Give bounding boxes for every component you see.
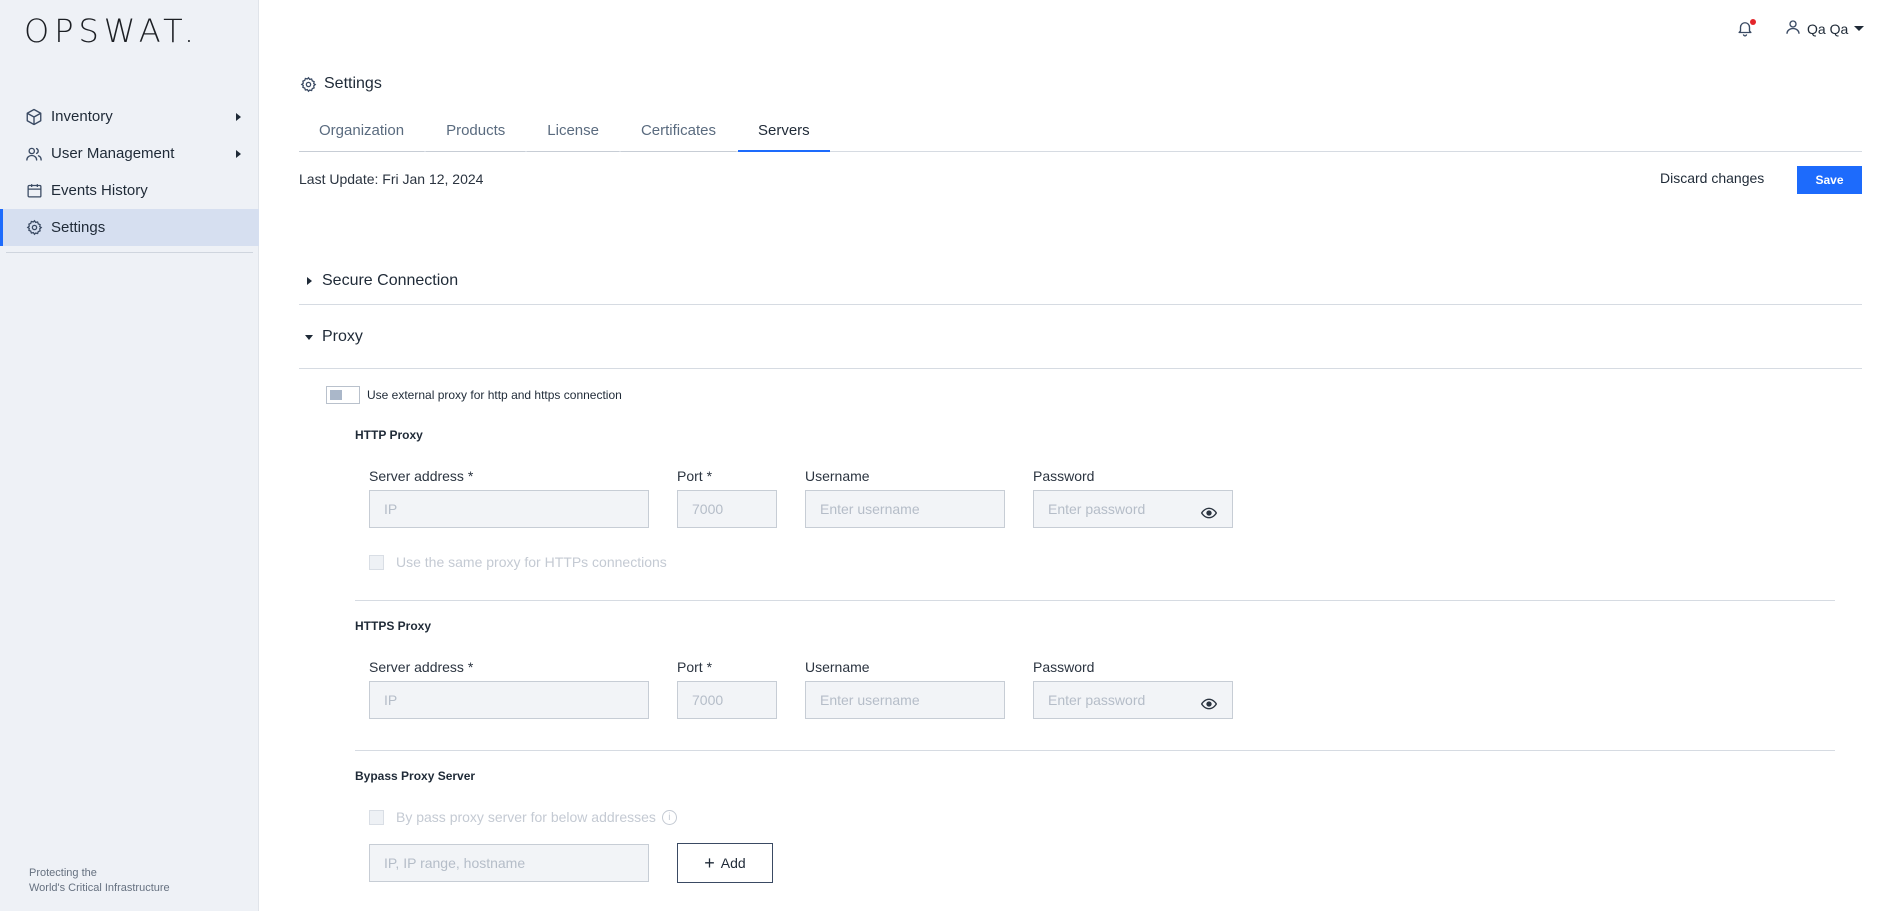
sidebar-item-events-history[interactable]: Events History: [0, 172, 259, 209]
toggle-label: Use external proxy for http and https co…: [367, 388, 622, 402]
notification-dot: [1750, 19, 1756, 25]
page-title-text: Settings: [324, 75, 382, 92]
eye-icon[interactable]: [1200, 697, 1218, 710]
caret-right-icon: [236, 113, 241, 121]
divider: [299, 368, 1862, 369]
gear-icon: [24, 218, 44, 238]
secure-connection-header[interactable]: Secure Connection: [299, 272, 458, 290]
http-password-label: Password: [1033, 468, 1095, 484]
https-port-label: Port *: [677, 659, 713, 675]
last-update-text: Last Update: Fri Jan 12, 2024: [299, 171, 484, 187]
chevron-down-icon: [1854, 26, 1865, 31]
notifications-button[interactable]: [1736, 18, 1758, 40]
bell-icon: [1736, 22, 1754, 42]
sidebar-item-user-management[interactable]: User Management: [0, 135, 259, 172]
https-username-label: Username: [805, 659, 870, 675]
sidebar-item-inventory[interactable]: Inventory: [0, 98, 259, 135]
bypass-checkbox[interactable]: [369, 809, 384, 825]
checkbox-label: By pass proxy server for below addresses: [396, 809, 656, 825]
settings-tabs: Organization Products License Certificat…: [299, 122, 1862, 152]
tab-organization[interactable]: Organization: [299, 122, 425, 152]
sidebar-item-label: User Management: [51, 145, 175, 162]
https-server-input[interactable]: [369, 681, 649, 719]
bypass-proxy-title: Bypass Proxy Server: [355, 769, 476, 783]
same-proxy-checkbox-row: Use the same proxy for HTTPs connections: [369, 554, 667, 570]
bypass-checkbox-row: By pass proxy server for below addresses…: [369, 809, 677, 825]
tagline-line: World's Critical Infrastructure: [29, 882, 170, 894]
caret-right-icon: [307, 277, 312, 285]
cube-icon: [24, 107, 44, 127]
users-icon: [24, 144, 44, 164]
page-title: Settings: [300, 75, 382, 93]
eye-icon[interactable]: [1200, 506, 1218, 519]
info-icon[interactable]: i: [661, 809, 677, 825]
toggle-knob: [330, 390, 342, 400]
divider: [299, 304, 1862, 305]
add-bypass-button[interactable]: + Add: [677, 843, 773, 883]
http-username-input[interactable]: [805, 490, 1005, 528]
https-port-input[interactable]: [677, 681, 777, 719]
section-title: Secure Connection: [322, 272, 459, 289]
external-proxy-toggle-row: Use external proxy for http and https co…: [326, 386, 622, 404]
http-port-input[interactable]: [677, 490, 777, 528]
sidebar-tagline: Protecting the World's Critical Infrastr…: [29, 866, 170, 896]
save-button[interactable]: Save: [1797, 166, 1862, 194]
http-server-input[interactable]: [369, 490, 649, 528]
calendar-icon: [24, 181, 44, 201]
http-server-label: Server address *: [369, 468, 474, 484]
proxy-header[interactable]: Proxy: [299, 328, 363, 346]
user-name: Qa Qa: [1807, 20, 1849, 37]
opswat-logo[interactable]: OPSWAT.: [24, 12, 199, 50]
same-proxy-checkbox[interactable]: [369, 554, 384, 570]
caret-down-icon: [305, 334, 313, 340]
http-proxy-title: HTTP Proxy: [355, 428, 423, 442]
sidebar-item-label: Events History: [51, 182, 148, 199]
sidebar: OPSWAT. Inventory User Management Events…: [0, 0, 259, 911]
https-proxy-title: HTTPS Proxy: [355, 619, 432, 633]
tab-certificates[interactable]: Certificates: [620, 122, 736, 152]
divider: [355, 750, 1835, 751]
sidebar-item-settings[interactable]: Settings: [0, 209, 259, 246]
checkbox-label: Use the same proxy for HTTPs connections: [396, 554, 667, 570]
https-server-label: Server address *: [369, 659, 474, 675]
sidebar-divider: [6, 252, 253, 253]
gear-icon: [300, 76, 317, 93]
https-username-input[interactable]: [805, 681, 1005, 719]
section-title: Proxy: [322, 328, 363, 345]
external-proxy-toggle[interactable]: [326, 386, 360, 404]
tab-products[interactable]: Products: [426, 122, 526, 152]
user-menu[interactable]: Qa Qa: [1784, 18, 1865, 39]
sidebar-item-label: Inventory: [51, 108, 113, 125]
tagline-line: Protecting the: [29, 867, 97, 879]
discard-changes-button[interactable]: Discard changes: [1660, 170, 1764, 186]
tab-servers[interactable]: Servers: [738, 122, 830, 152]
plus-icon: +: [704, 853, 715, 873]
sidebar-item-label: Settings: [51, 219, 106, 236]
http-port-label: Port *: [677, 468, 713, 484]
divider: [355, 600, 1835, 601]
user-icon: [1784, 18, 1802, 39]
caret-right-icon: [236, 150, 241, 158]
add-button-label: Add: [720, 855, 746, 871]
https-password-label: Password: [1033, 659, 1095, 675]
sidebar-nav: Inventory User Management Events History…: [0, 98, 259, 253]
tab-license[interactable]: License: [527, 122, 619, 152]
bypass-address-input[interactable]: [369, 844, 649, 882]
http-username-label: Username: [805, 468, 870, 484]
